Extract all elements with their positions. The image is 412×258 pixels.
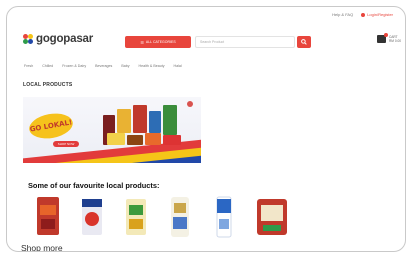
site-logo[interactable]: gogopasar (23, 33, 93, 45)
banner-headline: GO LOKAL! (29, 118, 73, 134)
nav-item-baby[interactable]: Baby (121, 64, 129, 68)
banner-product-image (163, 105, 177, 135)
banner-product-image (133, 105, 147, 133)
section-title: LOCAL PRODUCTS (23, 82, 73, 88)
login-register-label: Login/Register (367, 12, 393, 17)
banner-product-image (163, 135, 181, 145)
product-image (257, 199, 287, 235)
nav-item-beverages[interactable]: Beverages (95, 64, 112, 68)
banner-product-image (149, 111, 161, 133)
user-icon (361, 12, 366, 17)
logo-icon (23, 33, 33, 45)
category-nav: Fresh Chilled Frozen & Dairy Beverages B… (24, 64, 182, 68)
banner-product-image (107, 133, 125, 145)
banner-product-image (117, 109, 131, 133)
all-categories-button[interactable]: ☰ ALL CATEGORIES (125, 36, 191, 48)
banner-product-image (127, 135, 143, 145)
product-image (171, 197, 189, 237)
search-button[interactable] (297, 36, 311, 48)
product-card[interactable] (35, 195, 61, 239)
banner-badge-icon (187, 101, 193, 107)
product-card[interactable] (123, 195, 149, 239)
menu-icon: ☰ (140, 39, 144, 45)
nav-item-frozen-dairy[interactable]: Frozen & Dairy (62, 64, 86, 68)
cart-total: RM 0.00 (389, 39, 402, 43)
cart-summary: CART RM 0.00 (389, 35, 401, 43)
nav-item-halal[interactable]: Halal (174, 64, 182, 68)
all-categories-label: ALL CATEGORIES (145, 40, 176, 44)
cart-badge (384, 33, 388, 37)
product-card[interactable] (167, 195, 193, 239)
product-image (126, 199, 146, 235)
nav-item-health-beauty[interactable]: Health & Beauty (139, 64, 165, 68)
nav-item-fresh[interactable]: Fresh (24, 64, 33, 68)
product-card[interactable] (79, 195, 105, 239)
shop-more-link[interactable]: Shop more (21, 243, 63, 251)
product-card[interactable] (211, 195, 237, 239)
search-input[interactable]: Search Product (195, 36, 295, 48)
favourites-title: Some of our favourite local products: (28, 181, 160, 190)
cart-icon (377, 33, 388, 43)
logo-text: gogopasar (36, 33, 93, 45)
banner-product-image (145, 133, 161, 145)
banner-shop-button[interactable]: SHOP NOW (53, 141, 79, 147)
login-register-link[interactable]: Login/Register (361, 12, 393, 17)
product-row (35, 195, 287, 239)
search-icon (301, 39, 307, 45)
product-card[interactable] (255, 195, 287, 239)
browser-frame: Help & FAQ Login/Register gogopasar ☰ AL… (6, 6, 406, 252)
product-image (82, 199, 102, 235)
promo-banner[interactable]: GO LOKAL! SHOP NOW (23, 97, 201, 163)
help-link[interactable]: Help & FAQ (332, 12, 353, 17)
product-image (216, 196, 232, 238)
cart-button[interactable]: CART RM 0.00 (377, 33, 401, 43)
top-utility-bar: Help & FAQ Login/Register (332, 12, 393, 17)
banner-headline-burst: GO LOKAL! (27, 110, 75, 142)
nav-item-chilled[interactable]: Chilled (42, 64, 53, 68)
product-image (37, 197, 59, 235)
